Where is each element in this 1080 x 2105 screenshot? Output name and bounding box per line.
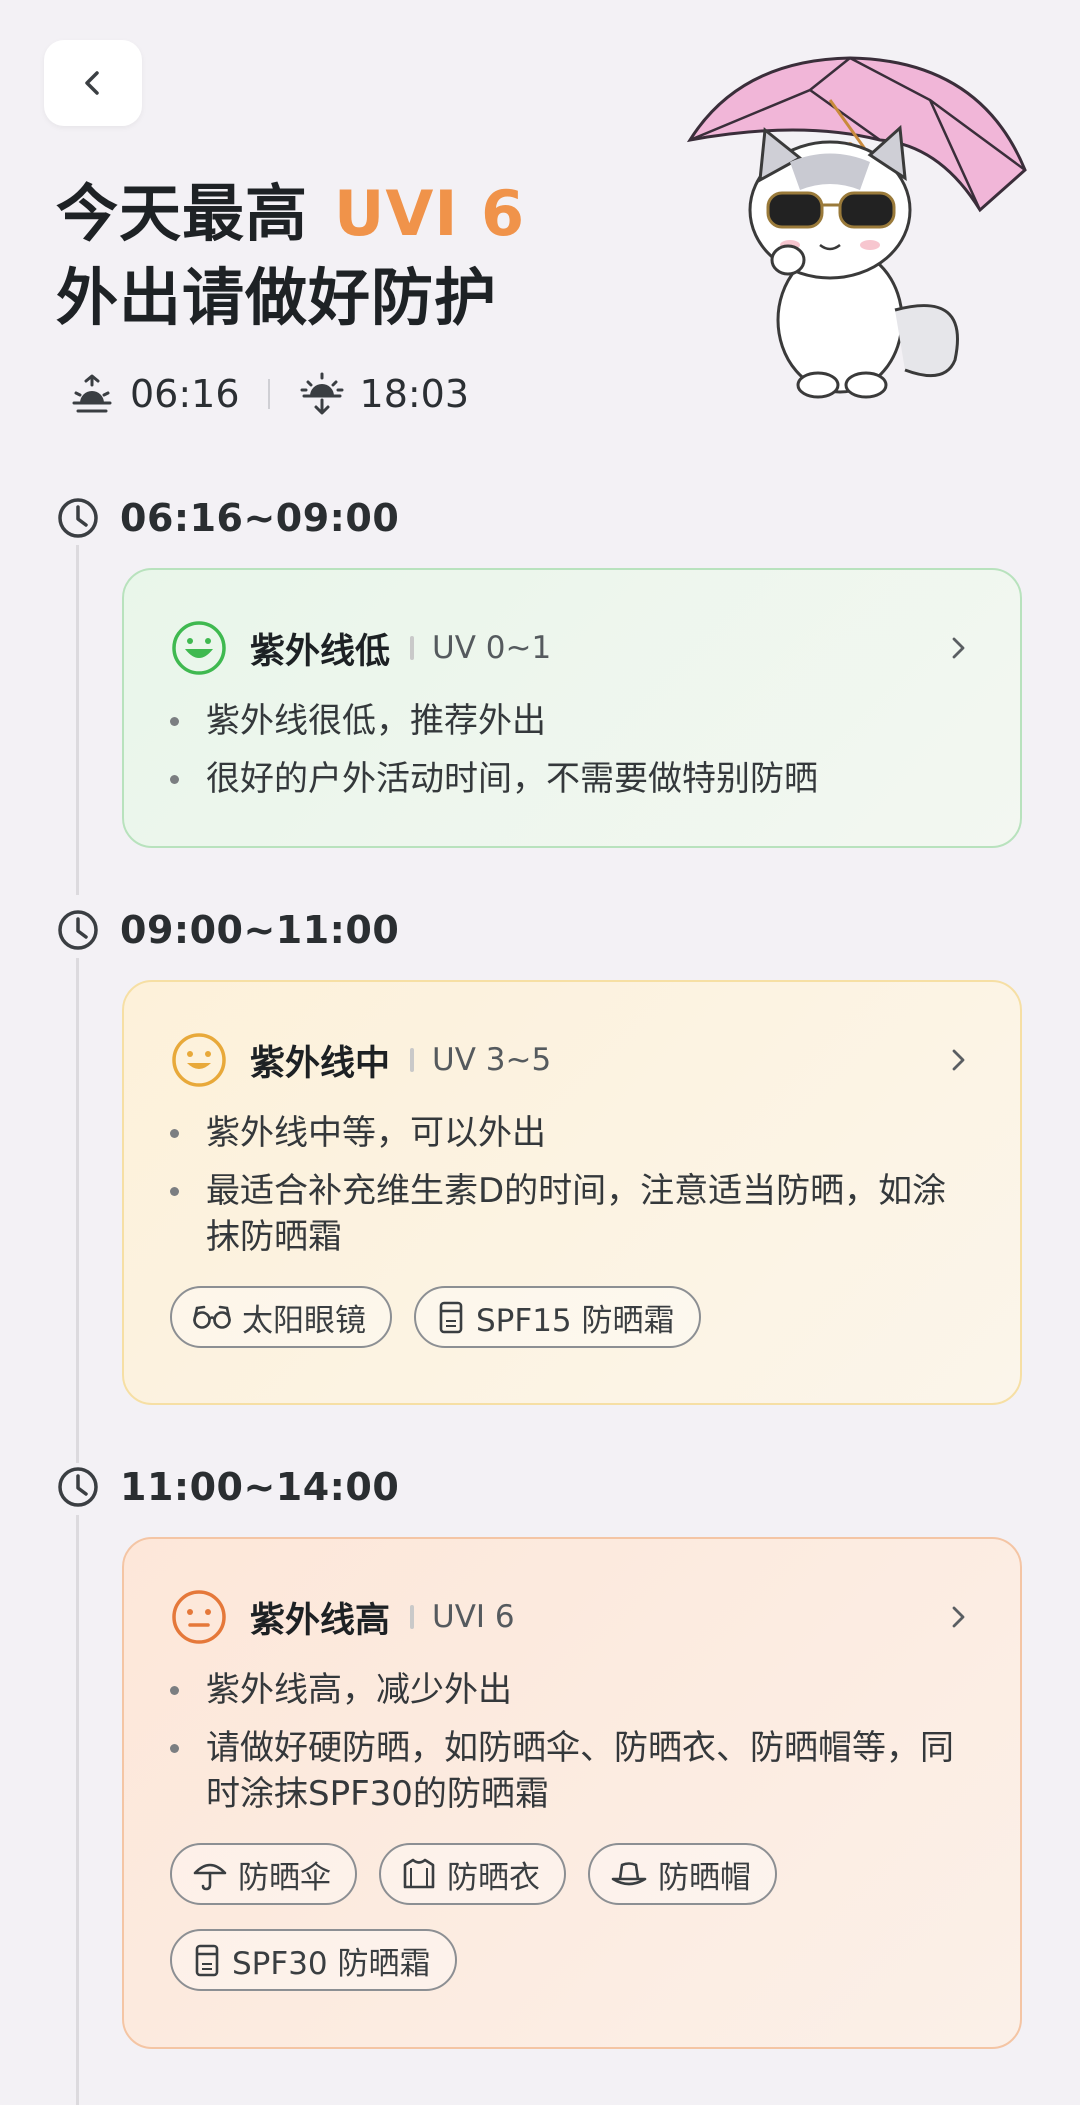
uv-level-label: 紫外线低 bbox=[250, 631, 391, 672]
chevron-left-icon bbox=[85, 71, 99, 95]
sun-times-divider bbox=[267, 379, 270, 409]
uv-card-low[interactable]: 紫外线低 UV 0~1 紫外线很低，推荐外出 很好的户外活动时间，不需要做特别防… bbox=[122, 568, 1022, 848]
chip-label: SPF15 防晒霜 bbox=[476, 1302, 675, 1339]
advice-list: 紫外线很低，推荐外出 很好的户外活动时间，不需要做特别防晒 bbox=[170, 698, 972, 802]
neutral-face-icon bbox=[172, 1590, 226, 1644]
advice-list: 紫外线高，减少外出 请做好硬防晒，如防晒伞、防晒衣、防晒帽等，同时涂抹SPF30… bbox=[170, 1667, 972, 1817]
card-header: 紫外线中 UV 3~5 bbox=[170, 1030, 972, 1090]
chip-label: 防晒伞 bbox=[238, 1859, 331, 1896]
cat-umbrella-mascot bbox=[686, 56, 1027, 399]
hat-icon bbox=[611, 1862, 647, 1886]
header-divider bbox=[410, 636, 415, 660]
advice-item: 紫外线高，减少外出 bbox=[170, 1667, 972, 1713]
sunrise-time: 06:16 bbox=[130, 372, 240, 416]
smile-face-icon bbox=[172, 621, 226, 675]
uv-level-label: 紫外线中 bbox=[250, 1043, 391, 1084]
chip-sunscreen[interactable]: SPF30 防晒霜 bbox=[170, 1929, 457, 1991]
shirt-icon bbox=[403, 1858, 435, 1889]
grin-face-icon bbox=[172, 1033, 226, 1087]
chevron-right-icon[interactable] bbox=[950, 1604, 968, 1630]
advice-item: 请做好硬防晒，如防晒伞、防晒衣、防晒帽等，同时涂抹SPF30的防晒霜 bbox=[170, 1725, 972, 1817]
advice-item: 最适合补充维生素D的时间，注意适当防晒，如涂抹防晒霜 bbox=[170, 1168, 972, 1260]
uv-range-label: UV 3~5 bbox=[432, 1042, 552, 1078]
time-section-header: 11:00~14:00 bbox=[56, 1465, 399, 1509]
advice-item: 紫外线中等，可以外出 bbox=[170, 1110, 972, 1156]
uv-range-label: UV 0~1 bbox=[432, 630, 552, 666]
gear-chips: 防晒伞 防晒衣 防晒帽 SPF30 防晒霜 bbox=[170, 1843, 972, 2015]
time-range-label: 09:00~11:00 bbox=[120, 908, 400, 952]
back-button[interactable] bbox=[44, 40, 142, 126]
chip-label: 防晒帽 bbox=[658, 1859, 751, 1896]
title-prefix: 今天最高 bbox=[56, 177, 309, 250]
timeline-line-1 bbox=[76, 545, 79, 895]
time-section-header: 06:16~09:00 bbox=[56, 496, 399, 540]
chip-label: 太阳眼镜 bbox=[242, 1302, 366, 1339]
advice-list: 紫外线中等，可以外出 最适合补充维生素D的时间，注意适当防晒，如涂抹防晒霜 bbox=[170, 1110, 972, 1260]
gear-chips: 太阳眼镜 SPF15 防晒霜 bbox=[170, 1286, 972, 1372]
uv-card-moderate[interactable]: 紫外线中 UV 3~5 紫外线中等，可以外出 最适合补充维生素D的时间，注意适当… bbox=[122, 980, 1022, 1405]
advice-item: 很好的户外活动时间，不需要做特别防晒 bbox=[170, 756, 972, 802]
sunscreen-icon bbox=[439, 1301, 463, 1334]
chip-label: SPF30 防晒霜 bbox=[232, 1945, 431, 1982]
chip-umbrella[interactable]: 防晒伞 bbox=[170, 1843, 357, 1905]
sunglasses-icon bbox=[193, 1305, 231, 1329]
time-range-label: 06:16~09:00 bbox=[120, 496, 400, 540]
headline-line-1: 今天最高 UVI 6 bbox=[56, 172, 525, 256]
uv-level-label: 紫外线高 bbox=[250, 1600, 391, 1641]
headline-subtitle: 外出请做好防护 bbox=[56, 261, 498, 334]
header-divider bbox=[410, 1605, 415, 1629]
advice-item: 紫外线很低，推荐外出 bbox=[170, 698, 972, 744]
chevron-right-icon[interactable] bbox=[950, 635, 968, 661]
sunset-time: 18:03 bbox=[359, 372, 470, 416]
time-range-label: 11:00~14:00 bbox=[120, 1465, 400, 1509]
card-header: 紫外线高 UVI 6 bbox=[170, 1587, 972, 1647]
clock-icon bbox=[58, 498, 98, 538]
sunset-icon bbox=[300, 372, 344, 415]
sun-times-row: 06:16 18:03 bbox=[70, 372, 469, 416]
card-header: 紫外线低 UV 0~1 bbox=[170, 618, 972, 678]
chevron-right-icon[interactable] bbox=[950, 1047, 968, 1073]
clock-icon bbox=[58, 910, 98, 950]
header-divider bbox=[410, 1048, 415, 1072]
sunscreen-icon bbox=[195, 1944, 219, 1977]
chip-sun-hat[interactable]: 防晒帽 bbox=[588, 1843, 777, 1905]
timeline-line-3 bbox=[76, 1515, 79, 2105]
max-uvi-value: UVI 6 bbox=[334, 177, 526, 250]
umbrella-icon bbox=[193, 1863, 227, 1891]
uv-card-high[interactable]: 紫外线高 UVI 6 紫外线高，减少外出 请做好硬防晒，如防晒伞、防晒衣、防晒帽… bbox=[122, 1537, 1022, 2049]
uv-range-label: UVI 6 bbox=[432, 1599, 515, 1635]
chip-sunglasses[interactable]: 太阳眼镜 bbox=[170, 1286, 392, 1348]
chip-sunscreen[interactable]: SPF15 防晒霜 bbox=[414, 1286, 701, 1348]
clock-icon bbox=[58, 1467, 98, 1507]
chip-label: 防晒衣 bbox=[447, 1859, 540, 1896]
time-section-header: 09:00~11:00 bbox=[56, 908, 399, 952]
sunrise-icon bbox=[72, 374, 112, 413]
headline: 今天最高 UVI 6 外出请做好防护 bbox=[56, 172, 525, 340]
chip-sun-shirt[interactable]: 防晒衣 bbox=[379, 1843, 566, 1905]
timeline-line-2 bbox=[76, 958, 79, 1463]
